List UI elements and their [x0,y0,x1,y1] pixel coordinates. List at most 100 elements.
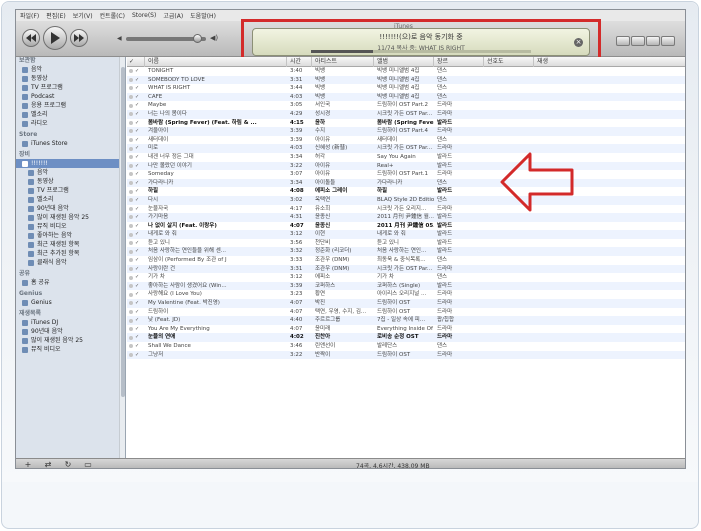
table-row[interactable]: ✓ SOMEBODY TO LOVE 3:31 빅뱅 빅뱅 미니앨범 4집 댄스 [127,75,685,85]
header-rating[interactable]: 선호도 [484,57,534,67]
cancel-sync-button[interactable]: × [574,38,583,47]
sidebar-item[interactable]: 좋아하는 음악 [16,231,125,240]
row-check[interactable]: ✓ [127,351,145,360]
table-row[interactable]: ✓ 기가 차 3:12 에피소 기가 차 댄스 [127,273,685,282]
sidebar-item[interactable]: 많이 재생된 음악 25 [16,213,125,222]
checkmark-icon[interactable]: ✓ [135,119,139,128]
row-check[interactable]: ✓ [127,316,145,325]
row-check[interactable]: ✓ [127,273,145,282]
menu-item[interactable]: 파일(F) [20,11,39,20]
checkmark-icon[interactable]: ✓ [135,153,139,162]
row-check[interactable]: ✓ [127,170,145,179]
checkmark-icon[interactable]: ✓ [135,101,139,110]
row-check[interactable]: ✓ [127,153,145,162]
sidebar-item[interactable]: 동영상 [16,177,125,186]
row-check[interactable]: ✓ [127,93,145,102]
header-plays[interactable]: 재생 [534,57,685,67]
sidebar-item[interactable]: iTunes Store [16,139,125,148]
table-row[interactable]: ✓ Someday 3:07 아이유 드림하이 OST Part.1 드라마 [127,170,685,179]
sidebar-item[interactable]: 벨소리 [16,110,125,119]
checkmark-icon[interactable]: ✓ [135,265,139,274]
checkmark-icon[interactable]: ✓ [135,282,139,291]
table-row[interactable]: ✓ 다시 3:02 옥택연 BLAQ Style 2D Edition 댄스 [127,195,685,205]
table-row[interactable]: ✓ 드림하이 4:07 택연, 우영, 수지, 김... 드림하이 OST 드라마 [127,308,685,317]
sidebar-item[interactable]: 음악 [16,65,125,74]
checkmark-icon[interactable]: ✓ [135,299,139,308]
checkmark-icon[interactable]: ✓ [135,342,139,351]
row-check[interactable]: ✓ [127,230,145,239]
row-check[interactable]: ✓ [127,127,145,136]
row-check[interactable]: ✓ [127,213,145,222]
menu-item[interactable]: 고급(A) [163,11,183,20]
sidebar-item[interactable]: Genius [16,298,125,307]
row-check[interactable]: ✓ [127,342,145,351]
next-track-button[interactable] [70,29,88,47]
row-check[interactable]: ✓ [127,119,145,128]
sidebar-item[interactable]: 응용 프로그램 [16,101,125,110]
artwork-toggle-button[interactable]: ▭ [80,460,96,468]
header-artist[interactable]: 아티스트 [312,57,374,67]
table-row[interactable]: ✓ You Are My Everything 4:07 윤미래 Everything … [127,325,685,334]
table-row[interactable]: ✓ 미로 4:03 신혜성 (新彗) 시크릿 가든 OST Par... 드라마 [127,144,685,153]
checkmark-icon[interactable]: ✓ [135,273,139,282]
row-check[interactable]: ✓ [127,308,145,317]
sidebar-item[interactable]: TV 프로그램 [16,83,125,92]
table-row[interactable]: ✓ 나 없이 살지 (Feat. 이랑우) 4:07 윤종신 2011 月刊 尹鍾信 0… [127,222,685,231]
repeat-button[interactable]: ↻ [60,460,76,468]
sidebar-item[interactable]: !!!!!!! [16,159,125,168]
sidebar-scrollbar[interactable] [119,57,125,458]
checkmark-icon[interactable]: ✓ [135,333,139,342]
sidebar-scroll-thumb[interactable] [121,67,125,397]
row-check[interactable]: ✓ [127,247,145,256]
table-row[interactable]: ✓ 그냥저 3:22 반짝이 드림하이 OST 드라마 [127,350,685,360]
previous-track-button[interactable] [22,29,40,47]
row-check[interactable]: ✓ [127,187,145,196]
table-row[interactable]: ✓ 가다라니카 3:34 아이돌들 가다라니카 댄스 [127,178,685,188]
checkmark-icon[interactable]: ✓ [135,127,139,136]
header-check[interactable]: ✓ [127,57,145,67]
sidebar-item[interactable]: 90년대 음악 [16,327,125,336]
row-check[interactable]: ✓ [127,67,145,76]
sidebar-item[interactable]: 최근 재생된 항목 [16,240,125,249]
row-check[interactable]: ✓ [127,144,145,153]
row-check[interactable]: ✓ [127,101,145,110]
table-row[interactable]: ✓ 하필 4:08 에피소 그레이 하필 발라드 [127,187,685,196]
play-button[interactable] [43,26,67,50]
checkmark-icon[interactable]: ✓ [135,247,139,256]
table-row[interactable]: ✓ CAFE 4:03 빅뱅 빅뱅 미니앨범 4집 댄스 [127,92,685,102]
table-row[interactable]: ✓ 너는 나의 봄이다 4:29 성시경 시크릿 가든 OST Par... 드라마 [127,109,685,119]
checkmark-icon[interactable]: ✓ [135,316,139,325]
row-check[interactable]: ✓ [127,299,145,308]
sidebar-item[interactable]: 뮤직 비디오 [16,345,125,354]
row-check[interactable]: ✓ [127,110,145,119]
sidebar-item[interactable]: 많이 재생된 음악 25 [16,336,125,345]
checkmark-icon[interactable]: ✓ [135,93,139,102]
table-row[interactable]: ✓ 내게로 와 줘 3:12 이현 내게로 와 줘 발라드 [127,230,685,239]
checkmark-icon[interactable]: ✓ [135,196,139,205]
menu-item[interactable]: Store(S) [132,12,156,19]
menu-item[interactable]: 도움말(H) [190,11,216,20]
sidebar-item[interactable]: 클래식 음악 [16,258,125,267]
row-check[interactable]: ✓ [127,222,145,231]
sidebar-item[interactable]: 동영상 [16,74,125,83]
table-row[interactable]: ✓ Shall We Dance 3:46 린앤선이 발레단스 댄스 [127,342,685,351]
table-row[interactable]: ✓ 처음 사랑하는 연인들을 위해 센... 3:32 정준화 (리코더) 처음 사랑하… [127,247,685,257]
checkmark-icon[interactable]: ✓ [135,136,139,145]
sidebar-item[interactable]: 홈 공유 [16,278,125,287]
checkmark-icon[interactable]: ✓ [135,187,139,196]
checkmark-icon[interactable]: ✓ [135,76,139,85]
checkmark-icon[interactable]: ✓ [135,351,139,360]
checkmark-icon[interactable]: ✓ [135,230,139,239]
table-row[interactable]: ✓ 임삼이 (Performed By 조관 of J 3:33 조관우 (DNM) 최… [127,256,685,265]
album-view-button[interactable] [661,36,675,46]
row-check[interactable]: ✓ [127,76,145,85]
coverflow-view-button[interactable] [646,36,660,46]
checkmark-icon[interactable]: ✓ [135,84,139,93]
row-check[interactable]: ✓ [127,136,145,145]
checkmark-icon[interactable]: ✓ [135,205,139,214]
table-row[interactable]: ✓ 사랑해요 (I Love You) 3:23 황연 아이리스 오리지널 ... 드라마 [127,290,685,299]
table-row[interactable]: ✓ 눈물자국 4:17 유소희 시크릿 가든 오리지... 드라마 [127,205,685,214]
volume-slider-knob[interactable] [193,34,202,43]
table-row[interactable]: ✓ 듣고 있니 3:56 천단비 듣고 있니 발라드 [127,239,685,248]
row-check[interactable]: ✓ [127,325,145,334]
